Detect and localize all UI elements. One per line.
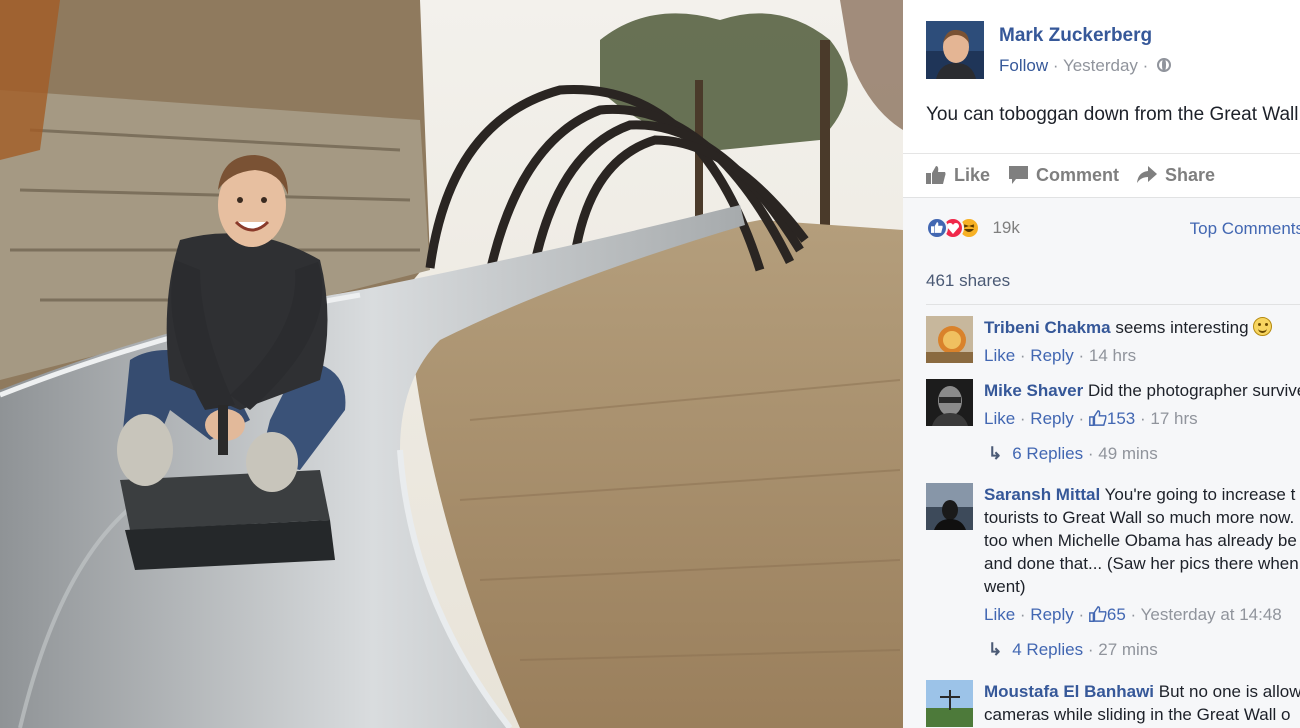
meta-separator: · bbox=[1048, 56, 1063, 75]
post-meta: Follow · Yesterday · bbox=[999, 56, 1172, 76]
post-timestamp[interactable]: Yesterday bbox=[1063, 56, 1138, 75]
comment-line: too when Michelle Obama has already be bbox=[984, 531, 1297, 550]
author-avatar[interactable] bbox=[926, 21, 984, 79]
comment-text: Did the photographer survive? bbox=[1087, 381, 1300, 400]
reply-arrow-icon: ↳ bbox=[988, 444, 1003, 463]
reaction-count: 19k bbox=[992, 218, 1020, 237]
reactions-summary[interactable]: 19k bbox=[926, 217, 1020, 241]
comment-line: tourists to Great Wall so much more now.… bbox=[984, 508, 1300, 527]
comment-like-link[interactable]: Like bbox=[984, 346, 1015, 365]
commenter-name[interactable]: Saransh Mittal bbox=[984, 485, 1100, 504]
comment-reply-link[interactable]: Reply bbox=[1030, 605, 1073, 624]
commenter-avatar[interactable] bbox=[926, 483, 973, 530]
shares-count[interactable]: 461 shares bbox=[926, 271, 1010, 291]
like-label: Like bbox=[954, 165, 991, 185]
smiley-emoji-icon bbox=[1253, 317, 1273, 336]
commenter-avatar[interactable] bbox=[926, 379, 973, 426]
comment-body: Mike Shaver Did the photographer survive… bbox=[984, 379, 1300, 430]
replies-count[interactable]: 6 Replies bbox=[1012, 444, 1083, 463]
commenter-avatar[interactable] bbox=[926, 680, 973, 727]
post-author-name[interactable]: Mark Zuckerberg bbox=[999, 25, 1152, 47]
comment-body: Saransh Mittal You're going to increase … bbox=[984, 483, 1300, 626]
comment-actions: Like · Reply · 153 · 17 hrs bbox=[984, 409, 1198, 428]
comment-body: Tribeni Chakma seems interesting Like · … bbox=[984, 316, 1300, 367]
comment-text: seems interesting bbox=[1115, 318, 1249, 337]
share-label: Share bbox=[1165, 165, 1216, 185]
comment-like-count[interactable]: 153 bbox=[1107, 409, 1135, 428]
commenter-name[interactable]: Moustafa El Banhawi bbox=[984, 682, 1154, 701]
share-arrow-icon bbox=[1137, 166, 1157, 183]
comment-text: You're going to increase t bbox=[1104, 485, 1296, 504]
post-actions-bar: Like Comment Share bbox=[903, 153, 1300, 197]
comment-button[interactable]: Comment bbox=[1009, 165, 1119, 186]
comment-like-link[interactable]: Like bbox=[984, 605, 1015, 624]
replies-time: 49 mins bbox=[1098, 444, 1158, 463]
like-reaction-icon bbox=[926, 217, 948, 239]
comment-line: cameras while sliding in the Great Wall … bbox=[984, 705, 1291, 724]
comment-actions: Like · Reply · 65 · Yesterday at 14:48 bbox=[984, 605, 1282, 624]
comment-time[interactable]: 14 hrs bbox=[1089, 346, 1136, 365]
toboggan-photo bbox=[0, 0, 903, 728]
comment-line: Mike Shaver Did the photographer survive… bbox=[984, 379, 1300, 402]
post-side-panel: Mark Zuckerberg Follow · Yesterday · You… bbox=[903, 0, 1300, 728]
post-text: You can toboggan down from the Great Wal… bbox=[926, 104, 1299, 125]
comment-line: Moustafa El Banhawi But no one is allow bbox=[984, 680, 1300, 703]
comment-actions: Like · Reply · 14 hrs bbox=[984, 346, 1137, 365]
divider bbox=[926, 304, 1300, 305]
comment-time[interactable]: 17 hrs bbox=[1150, 409, 1197, 428]
post-header: Mark Zuckerberg Follow · Yesterday · You… bbox=[903, 0, 1300, 144]
comment-time[interactable]: Yesterday at 14:48 bbox=[1141, 605, 1282, 624]
top-comments-dropdown[interactable]: Top Comments bbox=[1190, 219, 1300, 239]
comment-line: Saransh Mittal You're going to increase … bbox=[984, 483, 1300, 506]
feedback-section: 19k Top Comments 461 shares Tribeni Chak… bbox=[903, 197, 1300, 728]
replies-time: 27 mins bbox=[1098, 640, 1158, 659]
view-replies-link[interactable]: ↳ 6 Replies · 49 mins bbox=[988, 444, 1158, 464]
meta-separator: · bbox=[1137, 56, 1154, 75]
like-button[interactable]: Like bbox=[926, 165, 990, 186]
comment-like-link[interactable]: Like bbox=[984, 409, 1015, 428]
reply-arrow-icon: ↳ bbox=[988, 640, 1003, 659]
comment-like-count[interactable]: 65 bbox=[1107, 605, 1126, 624]
commenter-name[interactable]: Mike Shaver bbox=[984, 381, 1083, 400]
comment-reply-link[interactable]: Reply bbox=[1030, 409, 1073, 428]
comment-body: Moustafa El Banhawi But no one is allow … bbox=[984, 680, 1300, 726]
share-button[interactable]: Share bbox=[1137, 165, 1215, 186]
comment-line: Tribeni Chakma seems interesting bbox=[984, 316, 1300, 339]
thumbs-up-icon bbox=[926, 166, 946, 184]
comment-label: Comment bbox=[1036, 165, 1120, 185]
comment-line: and done that... (Saw her pics there whe… bbox=[984, 554, 1299, 573]
globe-icon bbox=[1157, 58, 1172, 72]
speech-bubble-icon bbox=[1009, 166, 1028, 184]
comment-reply-link[interactable]: Reply bbox=[1030, 346, 1073, 365]
post-photo[interactable] bbox=[0, 0, 903, 728]
replies-count[interactable]: 4 Replies bbox=[1012, 640, 1083, 659]
view-replies-link[interactable]: ↳ 4 Replies · 27 mins bbox=[988, 640, 1158, 660]
commenter-name[interactable]: Tribeni Chakma bbox=[984, 318, 1111, 337]
comment-line: went) bbox=[984, 577, 1026, 596]
thumbs-up-icon bbox=[1088, 606, 1107, 622]
follow-link[interactable]: Follow bbox=[999, 56, 1048, 75]
comment-text: But no one is allow bbox=[1158, 682, 1300, 701]
thumbs-up-icon bbox=[1088, 410, 1107, 426]
commenter-avatar[interactable] bbox=[926, 316, 973, 363]
